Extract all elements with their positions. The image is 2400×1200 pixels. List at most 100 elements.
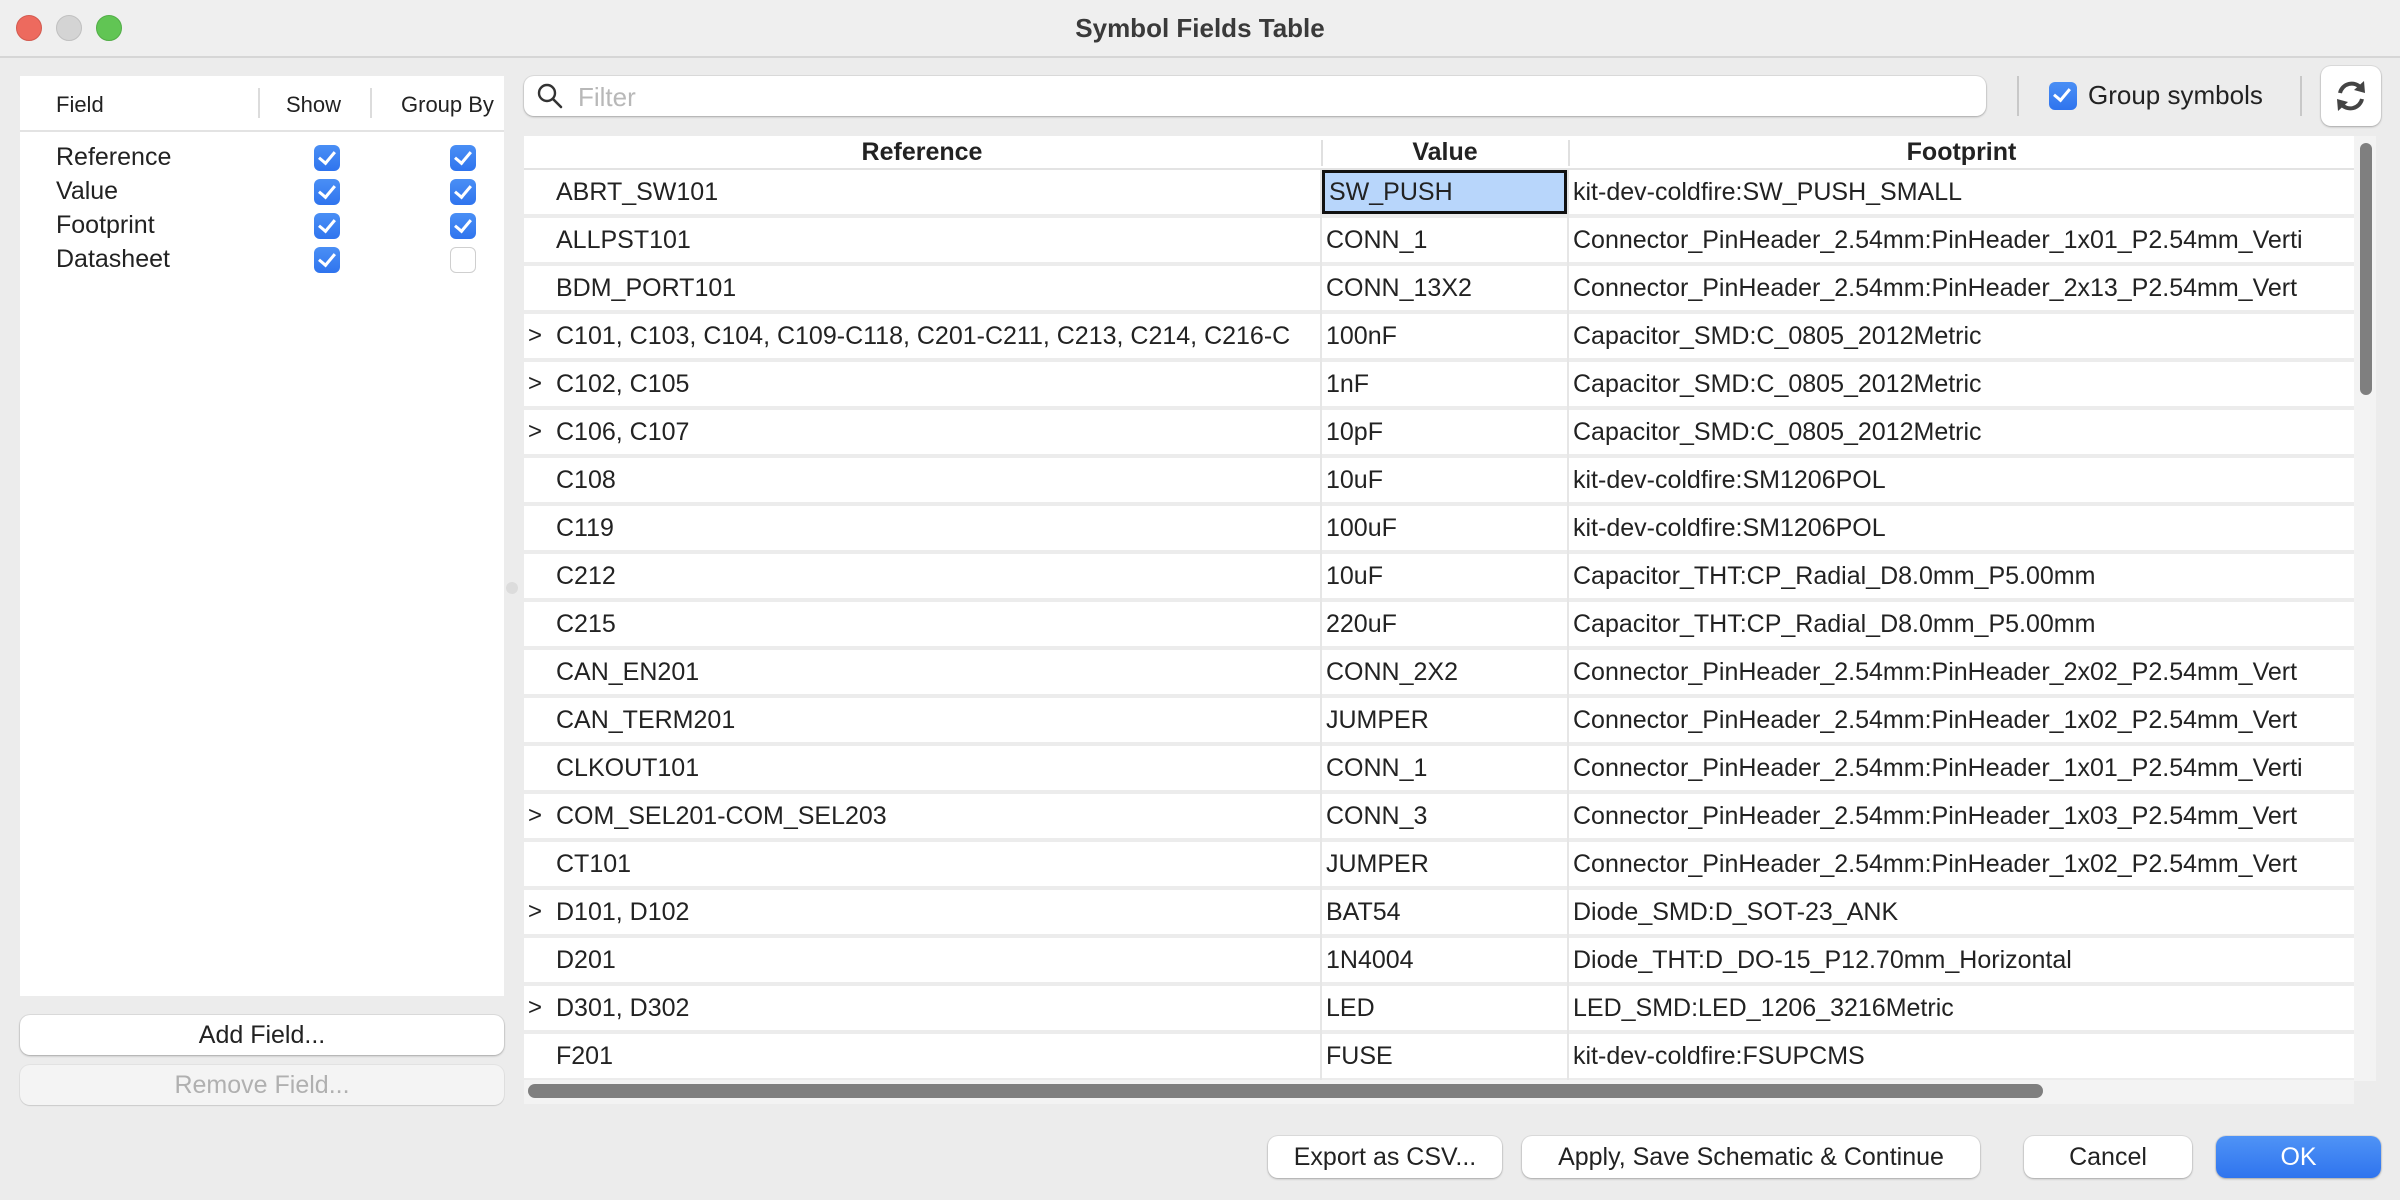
value-cell[interactable]: FUSE: [1322, 1034, 1567, 1078]
table-row[interactable]: BDM_PORT101 CONN_13X2 Connector_PinHeader_…: [524, 266, 2354, 314]
footprint-cell[interactable]: Capacitor_SMD:C_0805_2012Metric: [1569, 410, 2354, 454]
value-cell[interactable]: CONN_2X2: [1322, 650, 1567, 694]
value-cell[interactable]: 100nF: [1322, 314, 1567, 358]
table-row[interactable]: CAN_TERM201 JUMPER Connector_PinHeader_2.5…: [524, 698, 2354, 746]
field-row[interactable]: Reference: [20, 141, 504, 175]
footprint-cell[interactable]: Connector_PinHeader_2.54mm:PinHeader_1x0…: [1569, 746, 2354, 790]
refresh-button[interactable]: [2321, 66, 2381, 126]
reference-cell[interactable]: C215: [524, 602, 1320, 646]
footprint-cell[interactable]: kit-dev-coldfire:SW_PUSH_SMALL: [1569, 170, 2354, 214]
table-row[interactable]: ABRT_SW101 SW_PUSH kit-dev-coldfire:SW_PUS…: [524, 170, 2354, 218]
footprint-cell[interactable]: Capacitor_THT:CP_Radial_D8.0mm_P5.00mm: [1569, 602, 2354, 646]
group-symbols-checkbox[interactable]: [2049, 82, 2077, 110]
footprint-cell[interactable]: LED_SMD:LED_1206_3216Metric: [1569, 986, 2354, 1030]
table-row[interactable]: D201 1N4004 Diode_THT:D_DO-15_P12.70mm_Hor…: [524, 938, 2354, 986]
expand-group-icon[interactable]: >: [528, 986, 542, 1030]
table-row[interactable]: > C101, C103, C104, C109-C118, C201-C211,…: [524, 314, 2354, 362]
footprint-cell[interactable]: kit-dev-coldfire:SM1206POL: [1569, 458, 2354, 502]
reference-cell[interactable]: CAN_TERM201: [524, 698, 1320, 742]
field-row[interactable]: Value: [20, 175, 504, 209]
reference-cell[interactable]: BDM_PORT101: [524, 266, 1320, 310]
reference-cell[interactable]: > COM_SEL201-COM_SEL203: [524, 794, 1320, 838]
show-checkbox[interactable]: [314, 213, 340, 239]
table-row[interactable]: C119 100uF kit-dev-coldfire:SM1206POL: [524, 506, 2354, 554]
value-cell[interactable]: 220uF: [1322, 602, 1567, 646]
footprint-cell[interactable]: Capacitor_SMD:C_0805_2012Metric: [1569, 362, 2354, 406]
reference-cell[interactable]: > D301, D302: [524, 986, 1320, 1030]
footprint-cell[interactable]: kit-dev-coldfire:SM1206POL: [1569, 506, 2354, 550]
field-row[interactable]: Datasheet: [20, 243, 504, 277]
splitter-handle[interactable]: [506, 582, 518, 594]
reference-cell[interactable]: > C102, C105: [524, 362, 1320, 406]
footprint-cell[interactable]: Connector_PinHeader_2.54mm:PinHeader_2x1…: [1569, 266, 2354, 310]
value-cell[interactable]: CONN_13X2: [1322, 266, 1567, 310]
table-row[interactable]: > D301, D302 LED LED_SMD:LED_1206_3216Metri…: [524, 986, 2354, 1034]
filter-input[interactable]: [576, 80, 1970, 114]
show-column-header[interactable]: Show: [286, 92, 341, 118]
horizontal-scrollbar-thumb[interactable]: [528, 1084, 2043, 1098]
vertical-scrollbar-thumb[interactable]: [2360, 143, 2372, 395]
value-cell[interactable]: 1N4004: [1322, 938, 1567, 982]
add-field-button[interactable]: Add Field...: [20, 1015, 504, 1055]
table-row[interactable]: C108 10uF kit-dev-coldfire:SM1206POL: [524, 458, 2354, 506]
reference-cell[interactable]: > D101, D102: [524, 890, 1320, 934]
footprint-cell[interactable]: Connector_PinHeader_2.54mm:PinHeader_1x0…: [1569, 842, 2354, 886]
reference-cell[interactable]: ALLPST101: [524, 218, 1320, 262]
reference-cell[interactable]: > C101, C103, C104, C109-C118, C201-C211,…: [524, 314, 1320, 358]
table-row[interactable]: > COM_SEL201-COM_SEL203 CONN_3 Connector_Pi…: [524, 794, 2354, 842]
group-by-checkbox[interactable]: [450, 145, 476, 171]
table-row[interactable]: F201 FUSE kit-dev-coldfire:FSUPCMS: [524, 1034, 2354, 1081]
apply-save-continue-button[interactable]: Apply, Save Schematic & Continue: [1522, 1136, 1980, 1178]
column-separator[interactable]: [370, 88, 372, 118]
footprint-cell[interactable]: Capacitor_THT:CP_Radial_D8.0mm_P5.00mm: [1569, 554, 2354, 598]
footprint-cell[interactable]: Capacitor_SMD:C_0805_2012Metric: [1569, 314, 2354, 358]
group-by-checkbox[interactable]: [450, 247, 476, 273]
column-separator[interactable]: [258, 88, 260, 118]
column-header-footprint[interactable]: Footprint: [1569, 138, 2354, 167]
group-by-checkbox[interactable]: [450, 179, 476, 205]
show-checkbox[interactable]: [314, 247, 340, 273]
field-column-header[interactable]: Field: [56, 92, 104, 118]
reference-cell[interactable]: C212: [524, 554, 1320, 598]
value-cell[interactable]: 10uF: [1322, 458, 1567, 502]
value-cell[interactable]: CONN_1: [1322, 746, 1567, 790]
show-checkbox[interactable]: [314, 179, 340, 205]
show-checkbox[interactable]: [314, 145, 340, 171]
value-cell[interactable]: 10uF: [1322, 554, 1567, 598]
group-by-column-header[interactable]: Group By: [401, 92, 494, 118]
expand-group-icon[interactable]: >: [528, 794, 542, 838]
value-cell[interactable]: 100uF: [1322, 506, 1567, 550]
table-row[interactable]: C215 220uF Capacitor_THT:CP_Radial_D8.0mm_…: [524, 602, 2354, 650]
value-cell[interactable]: BAT54: [1322, 890, 1567, 934]
value-cell[interactable]: JUMPER: [1322, 842, 1567, 886]
remove-field-button[interactable]: Remove Field...: [20, 1065, 504, 1105]
expand-group-icon[interactable]: >: [528, 314, 542, 358]
reference-cell[interactable]: ABRT_SW101: [524, 170, 1320, 214]
expand-group-icon[interactable]: >: [528, 362, 542, 406]
reference-cell[interactable]: CT101: [524, 842, 1320, 886]
group-symbols-label[interactable]: Group symbols: [2088, 80, 2263, 111]
table-row[interactable]: CT101 JUMPER Connector_PinHeader_2.54mm:Pi…: [524, 842, 2354, 890]
table-row[interactable]: > C102, C105 1nF Capacitor_SMD:C_0805_2012M…: [524, 362, 2354, 410]
value-cell[interactable]: LED: [1322, 986, 1567, 1030]
value-cell[interactable]: CONN_3: [1322, 794, 1567, 838]
footprint-cell[interactable]: Connector_PinHeader_2.54mm:PinHeader_2x0…: [1569, 650, 2354, 694]
table-row[interactable]: ALLPST101 CONN_1 Connector_PinHeader_2.54m…: [524, 218, 2354, 266]
reference-cell[interactable]: D201: [524, 938, 1320, 982]
reference-cell[interactable]: F201: [524, 1034, 1320, 1078]
table-row[interactable]: CLKOUT101 CONN_1 Connector_PinHeader_2.54m…: [524, 746, 2354, 794]
reference-cell[interactable]: CLKOUT101: [524, 746, 1320, 790]
export-csv-button[interactable]: Export as CSV...: [1268, 1136, 1502, 1178]
group-by-checkbox[interactable]: [450, 213, 476, 239]
reference-cell[interactable]: C108: [524, 458, 1320, 502]
reference-cell[interactable]: > C106, C107: [524, 410, 1320, 454]
filter-box[interactable]: [524, 76, 1986, 116]
value-cell[interactable]: JUMPER: [1322, 698, 1567, 742]
ok-button[interactable]: OK: [2216, 1136, 2381, 1178]
table-row[interactable]: > D101, D102 BAT54 Diode_SMD:D_SOT-23_ANK: [524, 890, 2354, 938]
value-cell[interactable]: CONN_1: [1322, 218, 1567, 262]
reference-cell[interactable]: CAN_EN201: [524, 650, 1320, 694]
value-cell[interactable]: SW_PUSH: [1322, 170, 1567, 214]
reference-cell[interactable]: C119: [524, 506, 1320, 550]
column-header-reference[interactable]: Reference: [524, 138, 1320, 167]
